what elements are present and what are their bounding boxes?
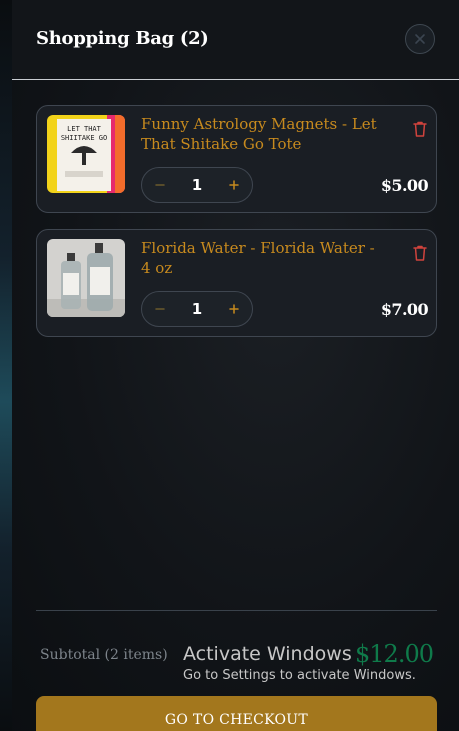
item-price: $7.00 [380,300,429,319]
cart-drawer-screen: Shopping Bag (2) LET THAT SHIITAKE GO Fu… [0,0,459,731]
quantity-stepper: 1 [141,167,253,203]
svg-text:SHIITAKE GO: SHIITAKE GO [61,134,107,142]
quantity-value[interactable]: 1 [178,300,216,318]
background-page-edge [0,0,12,731]
subtotal-label: Subtotal (2 items) [40,647,168,663]
plus-icon [229,304,239,314]
close-button[interactable] [405,24,435,54]
checkout-button[interactable]: GO TO CHECKOUT [36,696,437,731]
decrease-quantity-button[interactable] [150,299,170,319]
product-name[interactable]: Funny Astrology Magnets - Let That Shita… [141,114,389,154]
increase-quantity-button[interactable] [224,299,244,319]
trash-icon [413,121,427,137]
minus-icon [155,308,165,310]
quantity-value[interactable]: 1 [178,176,216,194]
decrease-quantity-button[interactable] [150,175,170,195]
svg-text:LET THAT: LET THAT [67,125,102,133]
windows-activation-watermark-title: Activate Windows [183,643,352,665]
trash-icon [413,245,427,261]
cart-header: Shopping Bag (2) [12,0,459,80]
close-icon [415,34,425,44]
increase-quantity-button[interactable] [224,175,244,195]
cart-title: Shopping Bag (2) [36,28,209,49]
windows-activation-watermark-subtitle: Go to Settings to activate Windows. [183,668,416,683]
delete-item-button[interactable] [412,120,428,138]
footer-divider [36,610,437,611]
item-price: $5.00 [380,176,429,195]
product-image-tote[interactable]: LET THAT SHIITAKE GO [47,115,125,193]
product-name[interactable]: Florida Water - Florida Water - 4 oz [141,238,389,278]
cart-item: LET THAT SHIITAKE GO Funny Astrology Mag… [36,105,437,213]
quantity-stepper: 1 [141,291,253,327]
subtotal-value: $12.00 [355,640,434,668]
cart-item: Florida Water - Florida Water - 4 oz 1 $… [36,229,437,337]
plus-icon [229,180,239,190]
product-image-florida-water[interactable] [47,239,125,317]
delete-item-button[interactable] [412,244,428,262]
minus-icon [155,184,165,186]
